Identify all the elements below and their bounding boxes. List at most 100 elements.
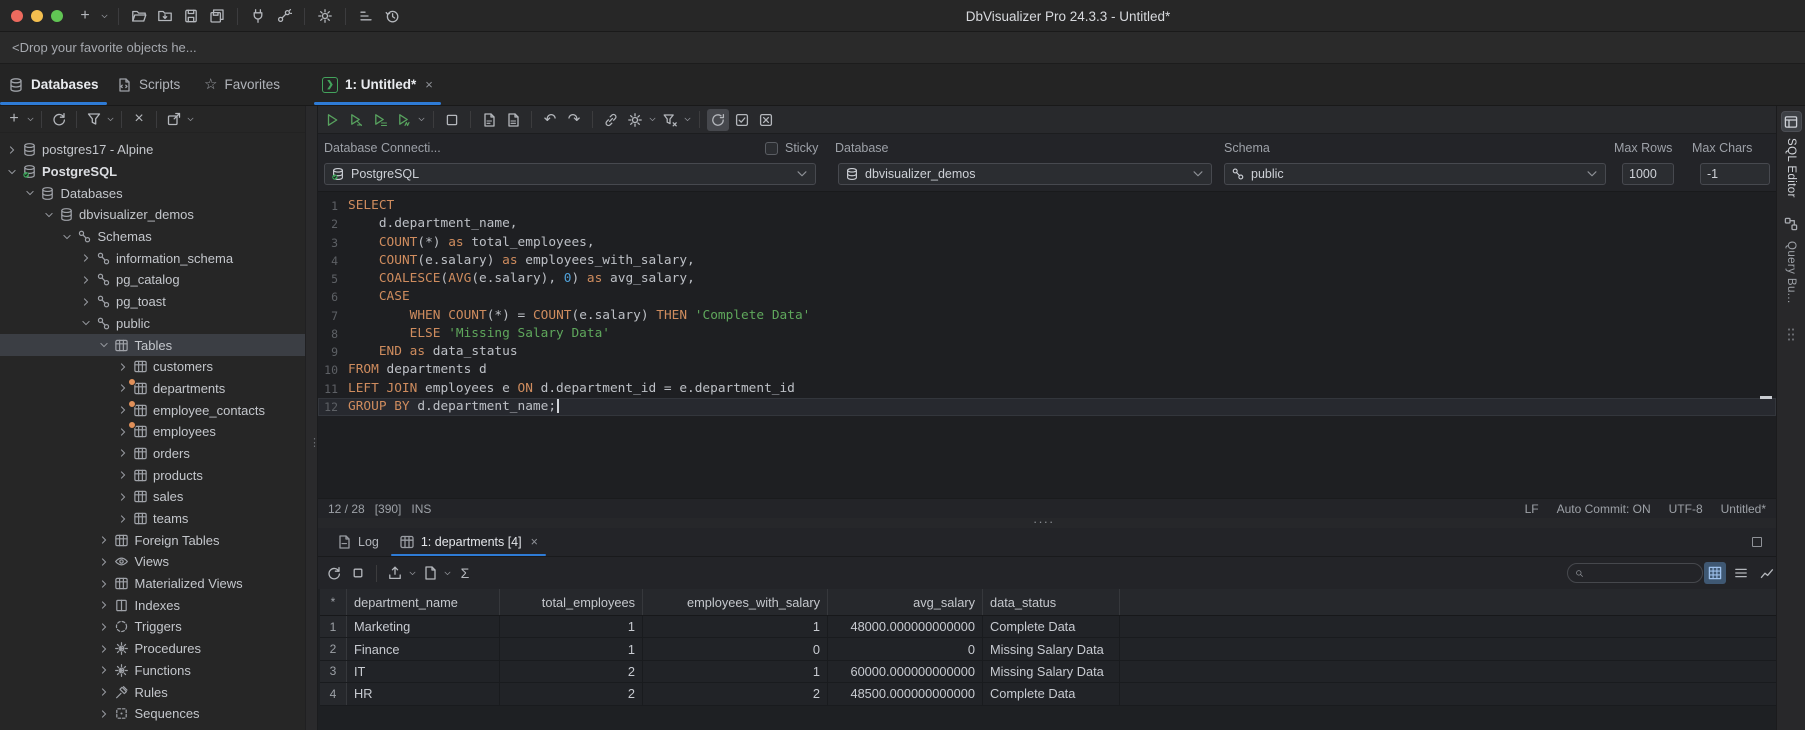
gear-button[interactable] [314,5,336,27]
folder-import-button[interactable] [154,5,176,27]
close-button[interactable]: × [128,108,150,130]
grid-view-button[interactable] [1704,562,1726,584]
tree-item-postgres17-alpine[interactable]: postgres17 - Alpine [0,139,305,161]
link-button[interactable] [600,109,622,131]
code-line-5[interactable]: 5 COALESCE(AVG(e.salary), 0) as avg_sala… [318,270,1776,288]
grid-row-1[interactable]: 1 Marketing 1 1 48000.000000000000 Complete D… [320,616,1776,639]
stop-button[interactable] [441,109,463,131]
favorites-drop-bar[interactable]: <Drop your favorite objects he... [0,32,1805,64]
chart-bars-button[interactable] [355,5,377,27]
expand-chevron-icon[interactable] [115,514,130,524]
row-number[interactable]: 4 [320,683,347,705]
tree-item-procedures[interactable]: Procedures [0,638,305,660]
cell-avg_salary[interactable]: 48000.000000000000 [828,616,983,638]
max-chars-input[interactable]: -1 [1700,163,1770,185]
expand-chevron-icon[interactable] [97,579,112,589]
cell-employees_with_salary[interactable]: 2 [643,683,828,705]
tree-item-information-schema[interactable]: information_schema [0,247,305,269]
cell-data_status[interactable]: Missing Salary Data [983,638,1120,660]
rail-drag-handle-icon[interactable] [1787,327,1795,344]
folder-open-button[interactable] [128,5,150,27]
code-line-3[interactable]: 3 COUNT(*) as total_employees, [318,234,1776,252]
column-header-total_employees[interactable]: total_employees [500,589,643,615]
cell-data_status[interactable]: Complete Data [983,683,1120,705]
collapse-chevron-icon[interactable] [60,232,75,242]
cell-total_employees[interactable]: 2 [500,660,643,683]
play-explain-button[interactable] [393,109,415,131]
plug-button[interactable] [247,5,269,27]
connector-button[interactable] [273,5,295,27]
play-button[interactable] [321,109,343,131]
code-line-6[interactable]: 6 CASE [318,288,1776,306]
code-line-12[interactable]: 12 GROUP BY d.department_name; [318,397,1776,416]
cell-total_employees[interactable]: 2 [500,683,643,705]
tree-item-customers[interactable]: customers [0,356,305,378]
result-search-input[interactable] [1567,563,1703,583]
refresh-button[interactable] [323,562,345,584]
cell-department_name[interactable]: Marketing [347,616,500,638]
list-view-button[interactable] [1730,562,1752,584]
expand-chevron-icon[interactable] [78,275,93,285]
open-new-button[interactable] [163,108,185,130]
chevron-down-icon[interactable] [186,115,195,124]
tree-item-dbvisualizer-demos[interactable]: dbvisualizer_demos [0,204,305,226]
collapse-chevron-icon[interactable] [97,340,112,350]
format-doc-alt-button[interactable] [502,109,524,131]
rail-tab-sql-editor[interactable]: SQL Editor [1780,111,1802,198]
row-number[interactable]: 3 [320,660,347,683]
collapse-chevron-icon[interactable] [23,188,38,198]
column-header-avg_salary[interactable]: avg_salary [828,589,983,615]
cell-avg_salary[interactable]: 0 [828,638,983,660]
cell-department_name[interactable]: IT [347,660,500,683]
row-number[interactable]: 2 [320,638,347,660]
play-script-button[interactable] [369,109,391,131]
chevron-down-icon[interactable] [417,115,426,124]
tree-item-foreign-tables[interactable]: Foreign Tables [0,529,305,551]
tree-item-functions[interactable]: Functions [0,660,305,682]
tree-item-orders[interactable]: orders [0,443,305,465]
save-all-button[interactable] [206,5,228,27]
doc-button[interactable] [419,562,441,584]
expand-chevron-icon[interactable] [97,644,112,654]
tree-item-materialized-views[interactable]: Materialized Views [0,573,305,595]
collapse-chevron-icon[interactable] [78,318,93,328]
tree-item-employees[interactable]: employees [0,421,305,443]
results-tab-log[interactable]: Log [326,528,389,556]
undo-button[interactable]: ↶ [539,109,561,131]
cell-total_employees[interactable]: 1 [500,616,643,638]
tree-item-sequences[interactable]: Sequences [0,703,305,725]
chevron-down-icon[interactable] [100,12,109,21]
expand-chevron-icon[interactable] [115,427,130,437]
format-doc-button[interactable] [478,109,500,131]
expand-chevron-icon[interactable] [4,145,19,155]
tree-item-public[interactable]: public [0,313,305,335]
schema-select[interactable]: public [1224,163,1606,185]
sigma-button[interactable]: Σ [454,562,476,584]
collapse-chevron-icon[interactable] [41,210,56,220]
tree-item-indexes[interactable]: Indexes [0,594,305,616]
expand-chevron-icon[interactable] [97,600,112,610]
tree-item-pg-toast[interactable]: pg_toast [0,291,305,313]
expand-chevron-icon[interactable] [97,665,112,675]
tree-item-teams[interactable]: teams [0,508,305,530]
grid-row-2[interactable]: 2 Finance 1 0 0 Missing Salary Data [320,638,1776,661]
plus-button[interactable]: + [3,108,25,130]
save-button[interactable] [180,5,202,27]
max-rows-input[interactable]: 1000 [1622,163,1674,185]
vertical-splitter[interactable]: ⋮ [305,106,320,730]
expand-chevron-icon[interactable] [97,622,112,632]
expand-chevron-icon[interactable] [78,253,93,263]
cell-employees_with_salary[interactable]: 1 [643,660,828,683]
expand-chevron-icon[interactable] [115,362,130,372]
rail-tab-query-bu-[interactable]: Query Bu... [1781,214,1802,303]
code-line-9[interactable]: 9 END as data_status [318,343,1776,361]
plus-button[interactable]: + [74,5,96,27]
maximize-window-button[interactable] [51,10,63,22]
tab-databases[interactable]: Databases [0,64,107,105]
funnel-button[interactable] [83,108,105,130]
column-header-department_name[interactable]: department_name [347,589,500,615]
expand-chevron-icon[interactable] [115,470,130,480]
expand-chevron-icon[interactable] [78,297,93,307]
row-number[interactable]: 1 [320,616,347,638]
cell-department_name[interactable]: Finance [347,638,500,660]
